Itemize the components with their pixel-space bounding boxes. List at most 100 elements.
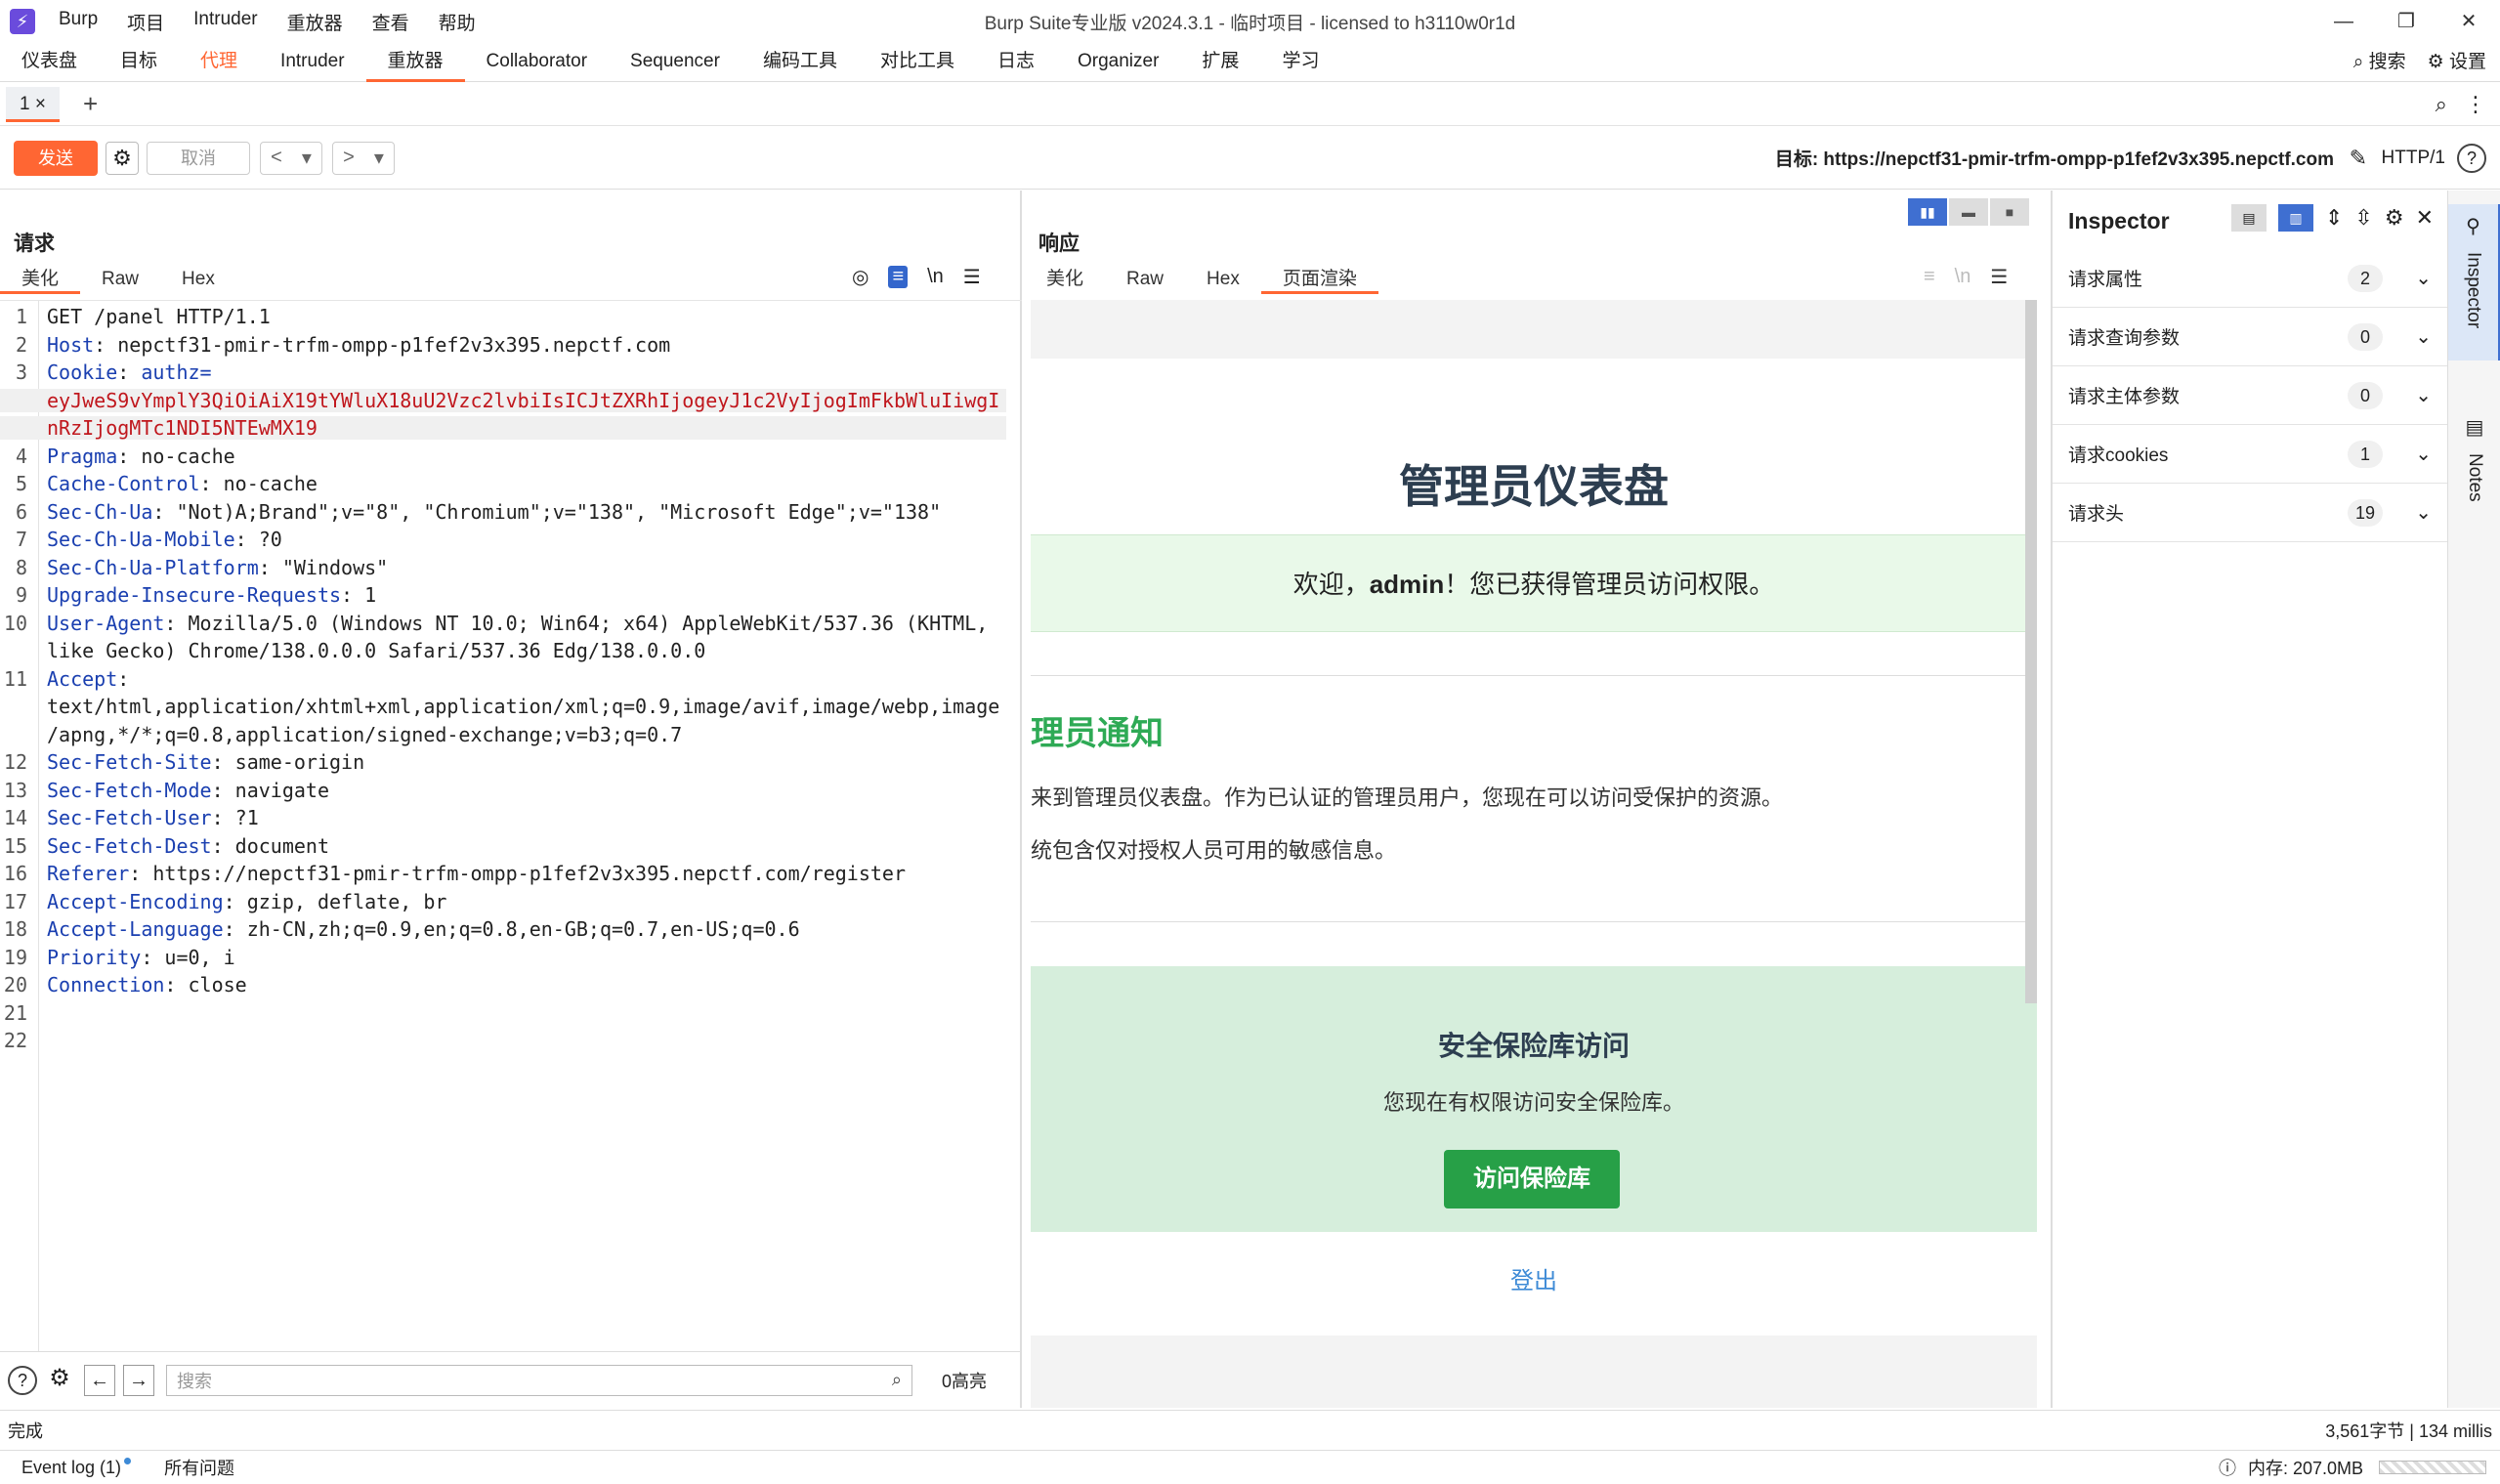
access-vault-button[interactable]: 访问保险库 (1444, 1150, 1620, 1208)
code-line[interactable]: 9 Upgrade-Insecure-Requests: 1 (0, 583, 1006, 607)
code-line[interactable]: 13 Sec-Fetch-Mode: navigate (0, 779, 1006, 802)
inspector-row-headers[interactable]: 请求头 19 ⌄ (2053, 484, 2447, 542)
code-line[interactable]: 20 Connection: close (0, 973, 1006, 996)
code-line[interactable]: 12 Sec-Fetch-Site: same-origin (0, 750, 1006, 774)
kebab-menu-icon[interactable]: ⋮ (2465, 92, 2486, 117)
help-icon[interactable]: ? (8, 1365, 37, 1395)
repeater-tab-1[interactable]: 1 × (6, 86, 60, 122)
global-search-button[interactable]: ⌕ 搜索 (2353, 43, 2406, 82)
tab-intruder[interactable]: Intruder (259, 43, 365, 82)
logout-link[interactable]: 登出 (1031, 1261, 2037, 1295)
request-editor[interactable]: 1 GET /panel HTTP/1.1 2 Host: nepctf31-pmir… (0, 300, 1022, 1352)
sidebar-item-inspector[interactable]: ⚲ Inspector (2448, 204, 2500, 360)
menu-help[interactable]: 帮助 (439, 9, 476, 35)
inspector-row-attributes[interactable]: 请求属性 2 ⌄ (2053, 249, 2447, 308)
restore-icon[interactable]: ❐ (2375, 0, 2437, 43)
inspector-row-query-params[interactable]: 请求查询参数 0 ⌄ (2053, 308, 2447, 366)
tab-sequencer[interactable]: Sequencer (609, 43, 742, 82)
minimize-icon[interactable]: — (2312, 0, 2375, 43)
code-line[interactable]: 19 Priority: u=0, i (0, 946, 1006, 969)
tab-pretty[interactable]: 美化 (0, 265, 81, 294)
code-line[interactable]: 7 Sec-Ch-Ua-Mobile: ?0 (0, 528, 1006, 551)
code-line[interactable]: 2 Host: nepctf31-pmir-trfm-ompp-p1fef2v3x… (0, 333, 1006, 357)
tab-extensions[interactable]: 扩展 (1180, 43, 1260, 82)
split-vertical-icon[interactable]: ▮▮ (1908, 198, 1947, 226)
tab-learn[interactable]: 学习 (1260, 43, 1340, 82)
code-line[interactable]: nRzIjogMTc1NDI5NTEwMX19 (0, 416, 1006, 440)
code-line[interactable]: 10 User-Agent: Mozilla/5.0 (Windows NT 10… (0, 612, 1006, 635)
tab-proxy[interactable]: 代理 (179, 43, 259, 82)
single-pane-icon[interactable]: ■ (1990, 198, 2029, 226)
layout-list-icon[interactable]: ▤ (2230, 204, 2267, 232)
tab-comparer[interactable]: 对比工具 (859, 43, 976, 82)
menu-view[interactable]: 查看 (372, 9, 409, 35)
menu-burp[interactable]: Burp (59, 9, 98, 35)
send-settings-gear-icon[interactable]: ⚙ (106, 141, 139, 175)
target-url[interactable]: 目标: https://nepctf31-pmir-trfm-ompp-p1fe… (1775, 145, 2334, 171)
send-button[interactable]: 发送 (14, 140, 98, 176)
sidebar-item-notes[interactable]: ▤ Notes (2448, 415, 2500, 542)
tab-target[interactable]: 目标 (99, 43, 179, 82)
menu-project[interactable]: 项目 (127, 9, 164, 35)
protocol-label[interactable]: HTTP/1 (2382, 148, 2445, 169)
tab-render[interactable]: 页面渲染 (1260, 265, 1378, 294)
code-line[interactable]: 1 GET /panel HTTP/1.1 (0, 305, 1006, 328)
menu-intruder[interactable]: Intruder (193, 9, 257, 35)
inspector-row-body-params[interactable]: 请求主体参数 0 ⌄ (2053, 366, 2447, 425)
tab-hex[interactable]: Hex (160, 265, 236, 294)
code-line[interactable]: 16 Referer: https://nepctf31-pmir-trfm-om… (0, 862, 1006, 885)
code-line[interactable]: 8 Sec-Ch-Ua-Platform: "Windows" (0, 556, 1006, 579)
code-line[interactable]: 3 Cookie: authz= (0, 360, 1006, 384)
tab-logger[interactable]: 日志 (976, 43, 1056, 82)
tab-organizer[interactable]: Organizer (1056, 43, 1180, 82)
settings-button[interactable]: ⚙ 设置 (2428, 43, 2486, 82)
search-icon[interactable]: ⌕ (2436, 92, 2447, 117)
menu-icon[interactable]: ☰ (1990, 265, 2008, 289)
newline-icon[interactable]: \n (927, 266, 944, 288)
tab-collaborator[interactable]: Collaborator (465, 43, 610, 82)
code-line[interactable]: /apng,*/*;q=0.8,application/signed-excha… (0, 723, 1006, 746)
inspector-row-cookies[interactable]: 请求cookies 1 ⌄ (2053, 425, 2447, 484)
code-line[interactable]: 4 Pragma: no-cache (0, 445, 1006, 468)
gear-icon[interactable]: ⚙ (45, 1365, 74, 1395)
scrollbar[interactable] (2025, 300, 2037, 1003)
code-line[interactable]: text/html,application/xhtml+xml,applicat… (0, 695, 1006, 718)
tab-raw[interactable]: Raw (1105, 265, 1185, 294)
hide-icon[interactable]: ◎ (852, 265, 869, 289)
arrow-right-icon[interactable]: → (123, 1364, 154, 1396)
code-line[interactable]: 21 (0, 1001, 1006, 1025)
help-icon[interactable]: ? (2457, 143, 2486, 173)
tab-raw[interactable]: Raw (80, 265, 160, 294)
code-line[interactable]: like Gecko) Chrome/138.0.0.0 Safari/537.… (0, 639, 1006, 662)
menu-icon[interactable]: ☰ (963, 265, 981, 289)
code-line[interactable]: 17 Accept-Encoding: gzip, deflate, br (0, 890, 1006, 913)
event-log-button[interactable]: Event log (1) (21, 1457, 132, 1478)
cancel-button[interactable]: 取消 (147, 141, 250, 175)
code-line[interactable]: eyJweS9vYmplY3QiOiAiX19tYWluX18uU2Vzc2lv… (0, 388, 1006, 412)
history-forward-button[interactable]: > ▾ (332, 141, 395, 175)
arrow-left-icon[interactable]: ← (84, 1364, 115, 1396)
layout-columns-icon[interactable]: ▥ (2277, 204, 2313, 232)
code-line[interactable]: 22 (0, 1029, 1006, 1052)
tab-hex[interactable]: Hex (1185, 265, 1261, 294)
tab-decoder[interactable]: 编码工具 (742, 43, 859, 82)
split-horizontal-icon[interactable]: ▬ (1949, 198, 1988, 226)
code-line[interactable]: 15 Sec-Fetch-Dest: document (0, 834, 1006, 858)
code-line[interactable]: 14 Sec-Fetch-User: ?1 (0, 806, 1006, 829)
collapse-all-icon[interactable]: ⇳ (2354, 205, 2372, 231)
all-issues-button[interactable]: 所有问题 (164, 1455, 234, 1480)
add-tab-icon[interactable]: + (83, 89, 98, 119)
code-line[interactable]: 6 Sec-Ch-Ua: "Not)A;Brand";v="8", "Chromi… (0, 500, 1006, 524)
tab-pretty[interactable]: 美化 (1025, 265, 1105, 294)
menu-repeater[interactable]: 重放器 (287, 9, 343, 35)
code-line[interactable]: 11 Accept: (0, 667, 1006, 691)
expand-all-icon[interactable]: ⇕ (2325, 205, 2343, 231)
tab-dashboard[interactable]: 仪表盘 (0, 43, 99, 82)
close-icon[interactable]: ✕ (2416, 205, 2434, 231)
request-search-input[interactable]: 搜索 ⌕ (166, 1364, 912, 1396)
code-line[interactable]: 18 Accept-Language: zh-CN,zh;q=0.9,en;q=0… (0, 917, 1006, 941)
pencil-icon[interactable]: ✎ (2350, 146, 2367, 171)
wrap-icon[interactable]: ≡ (888, 266, 909, 288)
history-back-button[interactable]: < ▾ (260, 141, 322, 175)
gear-icon[interactable]: ⚙ (2385, 205, 2404, 231)
